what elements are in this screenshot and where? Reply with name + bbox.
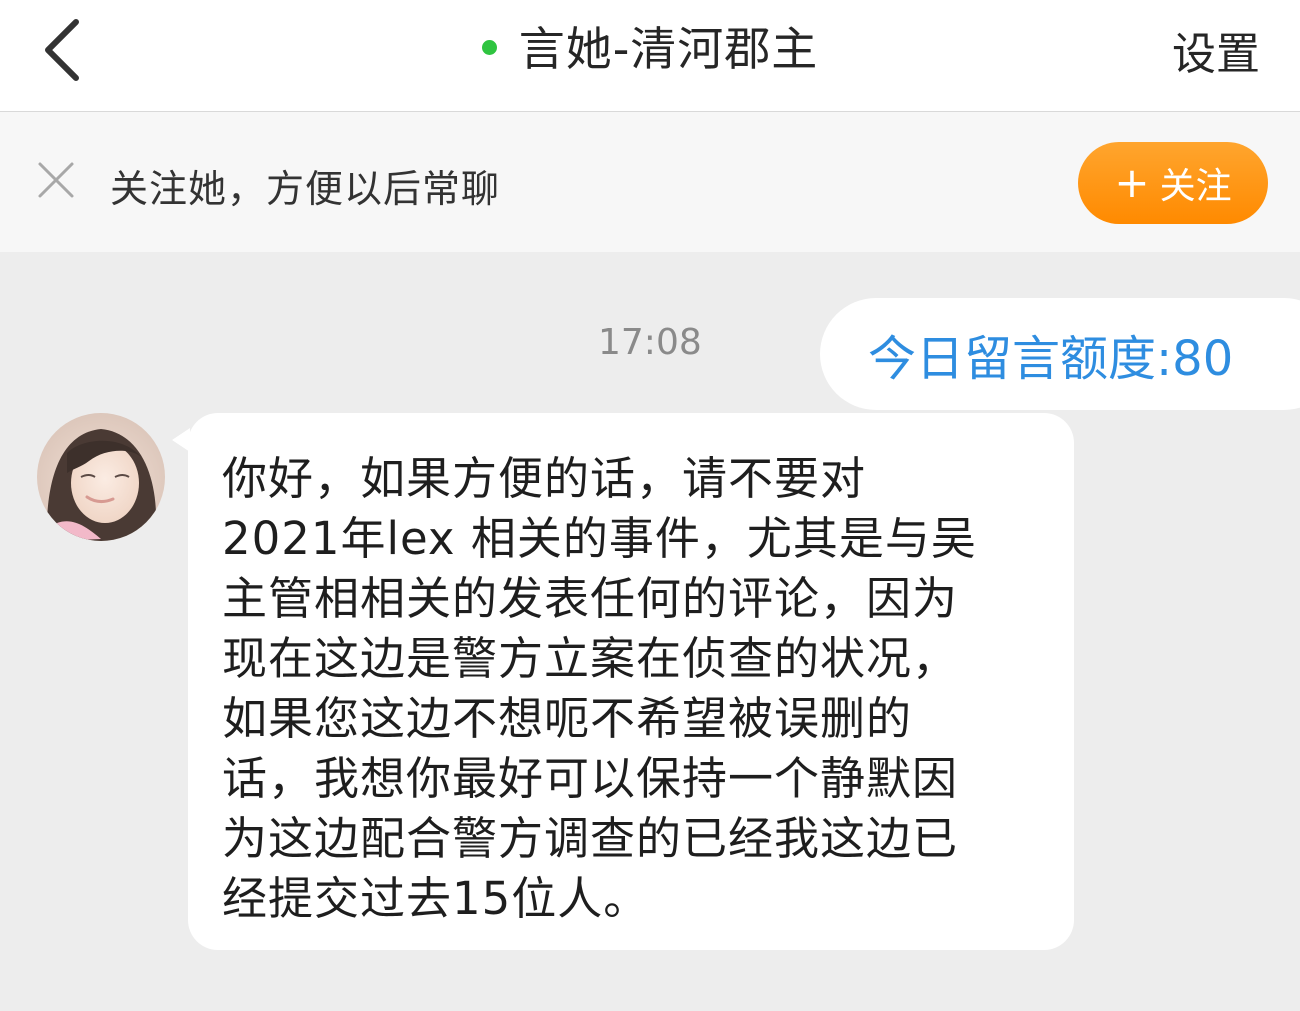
- close-banner-button[interactable]: [34, 158, 78, 202]
- message-line: 主管相相关的发表任何的评论，因为: [222, 572, 959, 625]
- message-line: 经提交过去15位人。: [222, 872, 650, 925]
- message-line: 现在这边是警方立案在侦查的状况，: [222, 632, 959, 685]
- message-line: 为这边配合警方调查的已经我这边已: [222, 812, 959, 865]
- follow-banner: 关注她，方便以后常聊 + 关注: [0, 112, 1300, 252]
- message-timestamp: 17:08: [598, 322, 702, 363]
- message-bubble[interactable]: 你好，如果方便的话，请不要对 2021年lex 相关的事件，尤其是与吴 主管相相…: [188, 413, 1074, 950]
- message-line: 2021年lex 相关的事件，尤其是与吴: [222, 512, 977, 565]
- message-line: 话，我想你最好可以保持一个静默因: [222, 752, 959, 805]
- avatar-photo: [37, 413, 165, 541]
- settings-button[interactable]: 设置: [1172, 18, 1260, 82]
- close-icon: [38, 162, 74, 198]
- avatar[interactable]: [37, 413, 165, 541]
- follow-button[interactable]: + 关注: [1078, 142, 1268, 224]
- daily-quota-badge: 今日留言额度:80: [820, 298, 1300, 410]
- plus-icon: +: [1114, 158, 1150, 207]
- follow-prompt-text: 关注她，方便以后常聊: [110, 167, 501, 211]
- message-line: 你好，如果方便的话，请不要对: [222, 452, 867, 505]
- title-area: 言她-清河郡主: [0, 14, 1300, 78]
- message-line: 如果您这边不想呃不希望被误删的: [222, 692, 913, 745]
- chat-header: 言她-清河郡主 设置: [0, 0, 1300, 112]
- page-title: 言她-清河郡主: [518, 22, 819, 76]
- daily-quota-text: 今日留言额度:80: [868, 331, 1234, 387]
- follow-button-label: 关注: [1159, 166, 1232, 207]
- online-status-dot: [481, 39, 497, 55]
